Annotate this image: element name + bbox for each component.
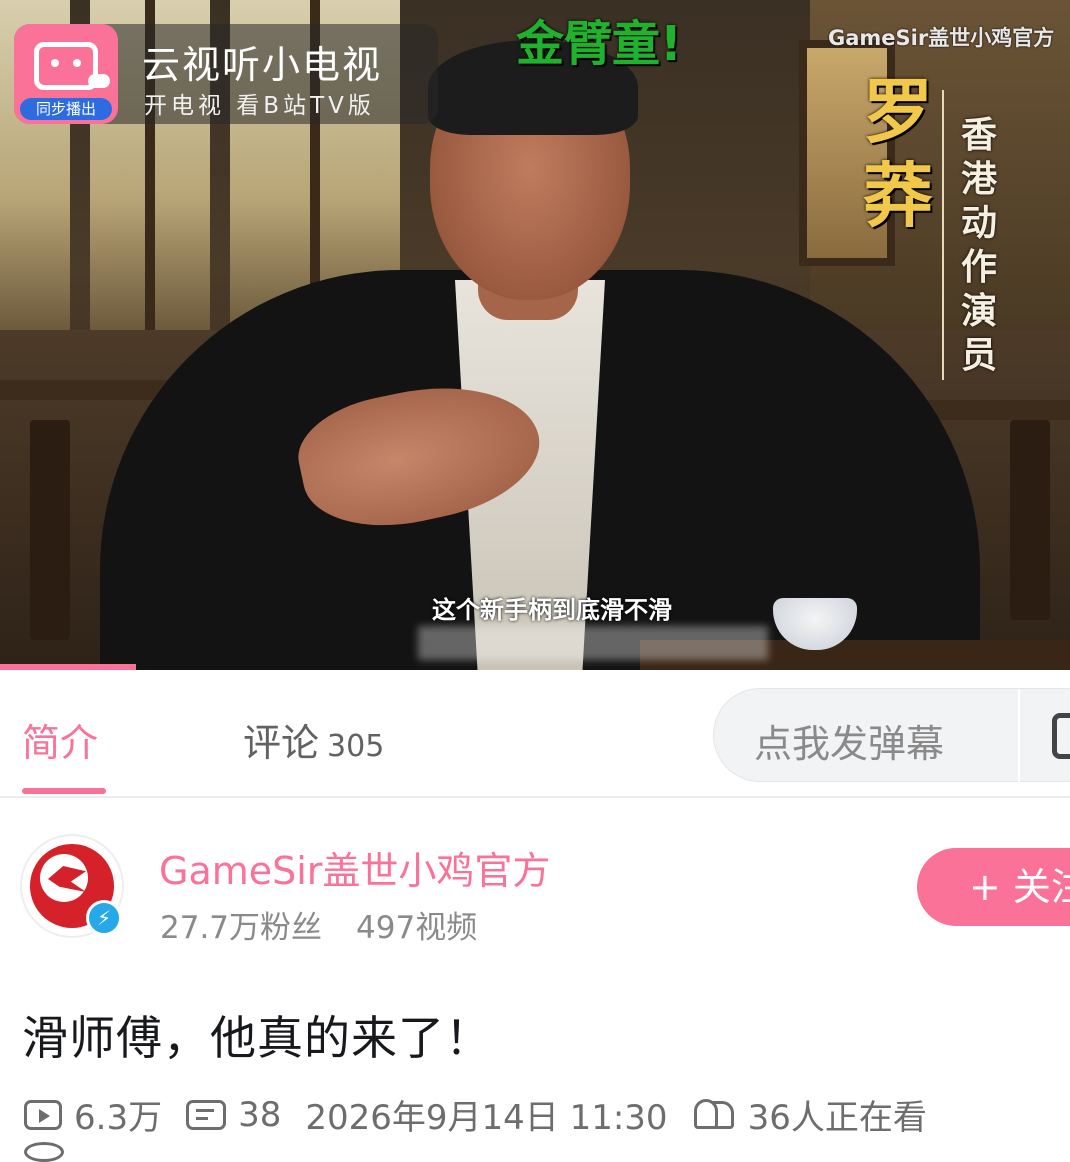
uploader-video-count: 497视频 [356,910,478,946]
person-role-caption: 香港动作演员 [960,115,997,376]
uploader-fans: 27.7万粉丝 [160,910,323,946]
tab-bar: 简介 评论 305 点我发弹幕 [0,670,1070,798]
tab-comments-count: 305 [327,729,385,764]
tab-intro[interactable]: 简介 [22,712,98,767]
copyright-icon [24,1142,64,1162]
danmaku-toggle-icon[interactable] [1052,713,1070,759]
danmaku-placeholder: 点我发弹幕 [754,722,945,766]
play-count-icon [24,1099,62,1130]
caption-divider [942,90,944,380]
video-title: 滑师傅，他真的来了！ [22,1011,492,1065]
blurred-subtitle [418,626,768,660]
background-chair [30,420,70,640]
tab-comments-label: 评论 [243,721,320,765]
follow-button[interactable]: + 关注 [917,848,1070,926]
background-chair [1010,420,1050,620]
danmaku-count-icon [186,1099,227,1130]
verified-badge-icon: ⚡ [86,900,122,936]
tv-app-banner[interactable]: 同步播出 云视听小电视 开电视 看B站TV版 [14,24,438,124]
uploader-name[interactable]: GameSir盖世小鸡官方 [159,840,550,895]
cloud-icon [88,74,110,88]
person-name-caption: 罗莽 [863,70,933,237]
video-caption-top: 金臂童! [516,16,682,72]
uploader-stats: 27.7万粉丝 497视频 [160,902,477,947]
danmaku-count: 38 [238,1094,282,1135]
publish-time: 2026年9月14日 11:30 [305,1098,668,1138]
tv-app-icon: 同步播出 [14,24,118,124]
sync-tag: 同步播出 [20,98,112,120]
danmaku-input[interactable]: 点我发弹幕 [713,688,1070,783]
video-player[interactable]: 同步播出 云视听小电视 开电视 看B站TV版 金臂童! GameSir盖世小鸡官… [0,0,1070,670]
danmaku-divider [1018,689,1020,783]
video-subtitle: 这个新手柄到底滑不滑 [432,596,672,624]
watching-count: 36人正在看 [747,1098,927,1138]
video-meta: 6.3万 38 2026年9月14日 11:30 36人正在看 [24,1090,951,1139]
tv-app-subtitle: 开电视 看B站TV版 [144,93,375,119]
tv-app-title: 云视听小电视 [142,43,383,87]
tab-active-indicator [22,788,106,794]
watching-people-icon [692,1098,738,1131]
tab-comments[interactable]: 评论 305 [243,712,384,767]
view-count: 6.3万 [74,1098,163,1138]
video-watermark: GameSir盖世小鸡官方 [828,26,1055,50]
